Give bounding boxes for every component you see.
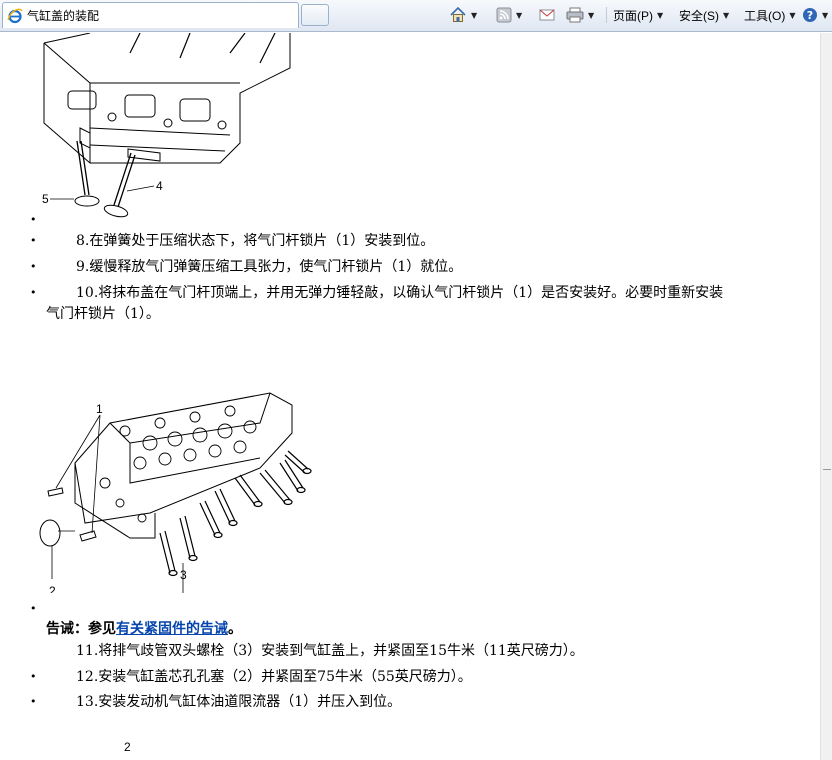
svg-text:?: ? <box>807 9 813 22</box>
step-text: 10.将抹布盖在气门杆顶端上，并用无弹力锤轻敲，以确认气门杆锁片（1）是否安装好… <box>76 285 724 301</box>
rss-feed-icon <box>496 7 512 23</box>
mail-icon <box>539 9 555 21</box>
ie-logo-icon <box>7 8 23 23</box>
cylinder-head-figure: 1 2 <box>39 392 312 593</box>
list-bullet: • <box>30 286 37 299</box>
step-text: 8.在弹簧处于压缩状态下，将气门杆锁片（1）安装到位。 <box>76 233 435 249</box>
chevron-down-icon: ▼ <box>657 10 664 20</box>
fastener-caution-link[interactable]: 有关紧固件的告诫 <box>116 621 228 637</box>
browser-command-bar: 气缸盖的装配 ▼ ▼ ▼ 页面(P) ▼ 安全(S) ▼ 工具(O) ▼ ? ▼ <box>0 0 832 32</box>
browser-tab[interactable]: 气缸盖的装配 <box>2 2 299 28</box>
read-mail-button[interactable] <box>539 5 555 25</box>
new-tab-button[interactable] <box>301 4 329 26</box>
feeds-button[interactable]: ▼ <box>496 5 522 25</box>
step-text: 9.缓慢释放气门弹簧压缩工具张力，使气门杆锁片（1）就位。 <box>76 259 463 275</box>
list-bullet: • <box>30 213 37 226</box>
step-text: 13.安装发动机气缸体油道限流器（1）并压入到位。 <box>76 694 402 710</box>
callout-label: 5 <box>42 192 49 206</box>
list-bullet: • <box>30 670 37 683</box>
chevron-down-icon: ▼ <box>723 10 730 20</box>
page-menu[interactable]: 页面(P) ▼ <box>613 5 663 25</box>
callout-label: 1 <box>96 402 103 416</box>
vertical-scrollbar[interactable] <box>820 33 832 760</box>
step-text-continued: 气门杆锁片（1）。 <box>46 306 160 322</box>
list-bullet: • <box>30 695 37 708</box>
home-button[interactable]: ▼ <box>449 5 477 25</box>
list-bullet: • <box>30 234 37 247</box>
printer-icon <box>566 7 584 23</box>
callout-label: 3 <box>180 568 187 582</box>
chevron-down-icon: ▼ <box>789 10 796 20</box>
chevron-down-icon[interactable]: ▼ <box>471 11 477 20</box>
tab-title: 气缸盖的装配 <box>27 9 100 23</box>
document-body: 5 4 • • 8.在弹簧处于压缩状态下，将气门杆锁片（1）安装到位。 • 9.… <box>0 33 820 760</box>
list-bullet: • <box>30 260 37 273</box>
callout-label: 4 <box>156 179 163 193</box>
home-icon <box>450 6 466 22</box>
tools-menu[interactable]: 工具(O) ▼ <box>744 5 795 25</box>
print-button[interactable]: ▼ <box>566 5 594 25</box>
caution-note: 告诫：参见有关紧固件的告诫。 <box>46 621 242 637</box>
step-text: 12.安装气缸盖芯孔孔塞（2）并紧固至75牛米（55英尺磅力）。 <box>76 669 472 685</box>
help-icon: ? <box>803 8 817 22</box>
chevron-down-icon[interactable]: ▼ <box>588 11 594 20</box>
callout-label: 2 <box>124 740 131 754</box>
chevron-down-icon: ▼ <box>822 10 829 20</box>
safety-menu[interactable]: 安全(S) ▼ <box>679 5 729 25</box>
chevron-down-icon[interactable]: ▼ <box>516 11 522 20</box>
step-text: 11.将排气歧管双头螺栓（3）安装到气缸盖上，并紧固至15牛米（11英尺磅力）。 <box>76 643 584 659</box>
help-button[interactable]: ? ▼ <box>802 5 828 25</box>
callout-label: 2 <box>49 584 56 593</box>
valve-figure: 5 4 <box>42 33 291 218</box>
list-bullet: • <box>30 602 37 615</box>
